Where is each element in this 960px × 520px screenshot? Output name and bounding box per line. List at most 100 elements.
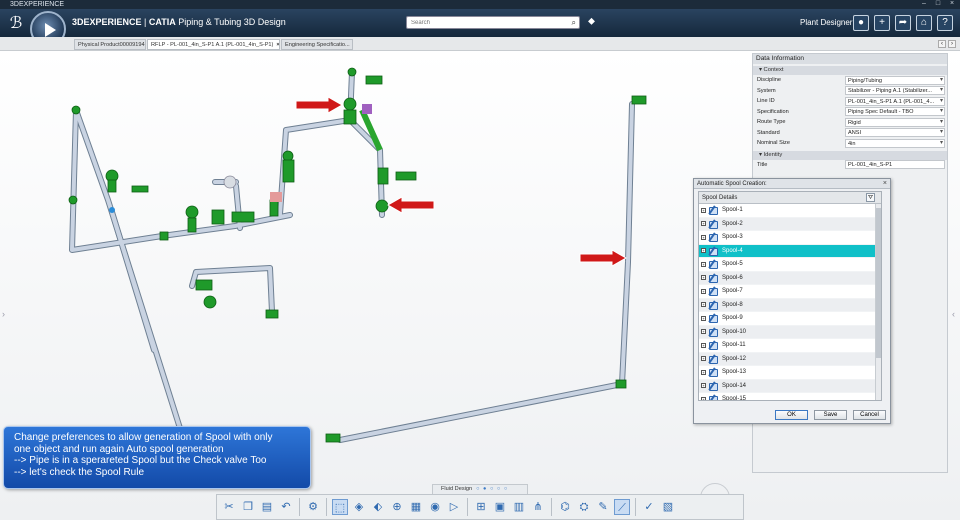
table-icon[interactable]: ▥ [511, 499, 527, 515]
expand-icon[interactable]: + [701, 248, 706, 254]
report-icon[interactable]: ▧ [660, 499, 676, 515]
spool-list-item[interactable]: + Spool-13 [699, 366, 881, 380]
identity-section[interactable]: ▾ Identity [753, 150, 947, 160]
spool-list-item[interactable]: + Spool-5 [699, 258, 881, 272]
search-box[interactable]: ⌕ [406, 16, 580, 29]
spool-list-item[interactable]: + Spool-6 [699, 271, 881, 285]
spool-label: Spool-15 [722, 396, 747, 401]
role-label[interactable]: Plant Designer [800, 18, 852, 27]
search-input[interactable] [407, 17, 557, 28]
copy-icon[interactable]: ❐ [240, 499, 256, 515]
analysis-icon[interactable]: ⌬ [557, 499, 573, 515]
action-bar-section[interactable]: Fluid Design ○ ● ○ ○ ○ [432, 484, 528, 494]
system-field[interactable]: Stabilizer - Piping A.1 (Stabilizer... [845, 86, 945, 96]
branch-icon[interactable]: ⋔ [530, 499, 546, 515]
tab-engineering-spec[interactable]: Engineering Specificatio... [281, 39, 353, 50]
spool-list-item[interactable]: + Spool-1 [699, 204, 881, 218]
spool-list-item[interactable]: + Spool-2 [699, 217, 881, 231]
spool-label: Spool-6 [722, 274, 743, 281]
save-button[interactable]: Save [814, 410, 847, 420]
spool-list-scrollbar[interactable] [875, 204, 881, 400]
expand-icon[interactable]: + [701, 342, 706, 348]
paste-icon[interactable]: ▤ [259, 499, 275, 515]
expand-icon[interactable]: + [701, 207, 706, 213]
spool-rule-icon[interactable]: ⛭ [576, 499, 592, 515]
spool-list-item[interactable]: + Spool-4 [699, 244, 881, 258]
nominal-size-field[interactable]: 4in [845, 138, 945, 148]
spool-icon[interactable]: ◉ [427, 499, 443, 515]
minimize-icon[interactable]: – [920, 0, 928, 8]
expand-icon[interactable]: + [701, 356, 706, 362]
auto-spool-icon[interactable]: ⟋ [614, 499, 630, 515]
expand-icon[interactable]: + [701, 369, 706, 375]
discipline-field[interactable]: Piping/Tubing [845, 75, 945, 85]
cut-icon[interactable]: ✂ [221, 499, 237, 515]
spool-list-item[interactable]: + Spool-12 [699, 352, 881, 366]
route-pipe-icon[interactable]: ⬚ [332, 499, 348, 515]
expand-icon[interactable]: + [701, 302, 706, 308]
expand-icon[interactable]: + [701, 383, 706, 389]
tab-rflp[interactable]: RFLP - PL-001_4in_S-P1 A.1 (PL-001_4in_S… [147, 39, 280, 50]
search-icon[interactable]: ⌕ [572, 18, 576, 28]
spool-list-item[interactable]: + Spool-15 [699, 393, 881, 401]
ok-button[interactable]: OK [775, 410, 808, 420]
tab-physical-product[interactable]: Physical Product00009194 [74, 39, 146, 50]
expand-icon[interactable]: + [701, 234, 706, 240]
spool-list-item[interactable]: + Spool-7 [699, 285, 881, 299]
filter-icon[interactable]: ⛛ [866, 193, 875, 202]
title-field[interactable]: PL-001_4in_S-P1 [845, 160, 945, 170]
expand-icon[interactable]: + [701, 221, 706, 227]
tab-close-icon[interactable]: × [276, 42, 279, 48]
annotation-icon[interactable]: ✎ [595, 499, 611, 515]
spool-list-item[interactable]: + Spool-8 [699, 298, 881, 312]
expand-icon[interactable]: + [701, 329, 706, 335]
right-panel-arrow-icon[interactable]: ‹ [952, 309, 955, 319]
standard-field[interactable]: ANSI [845, 128, 945, 138]
user-icon[interactable]: ● [853, 15, 869, 31]
expand-icon[interactable]: + [701, 261, 706, 267]
left-panel-arrow-icon[interactable]: › [2, 309, 5, 319]
tab-prev-icon[interactable]: ‹ [938, 40, 946, 48]
play-icon[interactable]: ▷ [446, 499, 462, 515]
home-icon[interactable]: ⌂ [916, 15, 932, 31]
specification-field[interactable]: Piping Spec Default - TBO [845, 107, 945, 117]
spool-list-item[interactable]: + Spool-10 [699, 325, 881, 339]
spool-list-item[interactable]: + Spool-3 [699, 231, 881, 245]
connect-icon[interactable]: ⊕ [389, 499, 405, 515]
cancel-button[interactable]: Cancel [853, 410, 886, 420]
part-placement-icon[interactable]: ◈ [351, 499, 367, 515]
grid-icon[interactable]: ▦ [408, 499, 424, 515]
share-icon[interactable]: ➦ [895, 15, 911, 31]
spool-icon [708, 382, 718, 391]
context-section[interactable]: ▾ Context [753, 66, 947, 75]
spool-list-item[interactable]: + Spool-11 [699, 339, 881, 353]
dialog-close-icon[interactable]: × [883, 179, 887, 189]
close-icon[interactable]: × [948, 0, 956, 8]
settings-icon[interactable]: ⚙ [305, 499, 321, 515]
help-icon[interactable]: ? [937, 15, 953, 31]
expand-icon[interactable]: + [701, 315, 706, 321]
expand-icon[interactable]: + [701, 288, 706, 294]
tree-icon[interactable]: ⊞ [473, 499, 489, 515]
line-id-field[interactable]: PL-001_4in_S-P1 A.1 (PL-001_4... [845, 96, 945, 106]
undo-icon[interactable]: ↶ [278, 499, 294, 515]
dialog-title: Automatic Spool Creation: × [694, 179, 890, 189]
ds-logo-icon[interactable]: ℬ [6, 13, 26, 33]
top-icon-group: ● + ➦ ⌂ ? [853, 15, 953, 31]
add-icon[interactable]: + [874, 15, 890, 31]
tab-next-icon[interactable]: › [948, 40, 956, 48]
page-dots[interactable]: ○ ● ○ ○ ○ [476, 486, 508, 492]
route-type-field[interactable]: Rigid [845, 117, 945, 127]
spool-icon [708, 395, 718, 400]
expand-icon[interactable]: + [701, 275, 706, 281]
maximize-icon[interactable]: □ [934, 0, 942, 8]
check-icon[interactable]: ✓ [641, 499, 657, 515]
spool-label: Spool-14 [722, 382, 747, 389]
box-icon[interactable]: ▣ [492, 499, 508, 515]
spool-list-item[interactable]: + Spool-9 [699, 312, 881, 326]
pipe-tool-icon[interactable]: ⬖ [370, 499, 386, 515]
expand-icon[interactable]: + [701, 396, 706, 400]
tag-icon[interactable]: ⬥ [588, 16, 595, 27]
property-row: Title PL-001_4in_S-P1 [753, 160, 947, 171]
spool-list-item[interactable]: + Spool-14 [699, 379, 881, 393]
